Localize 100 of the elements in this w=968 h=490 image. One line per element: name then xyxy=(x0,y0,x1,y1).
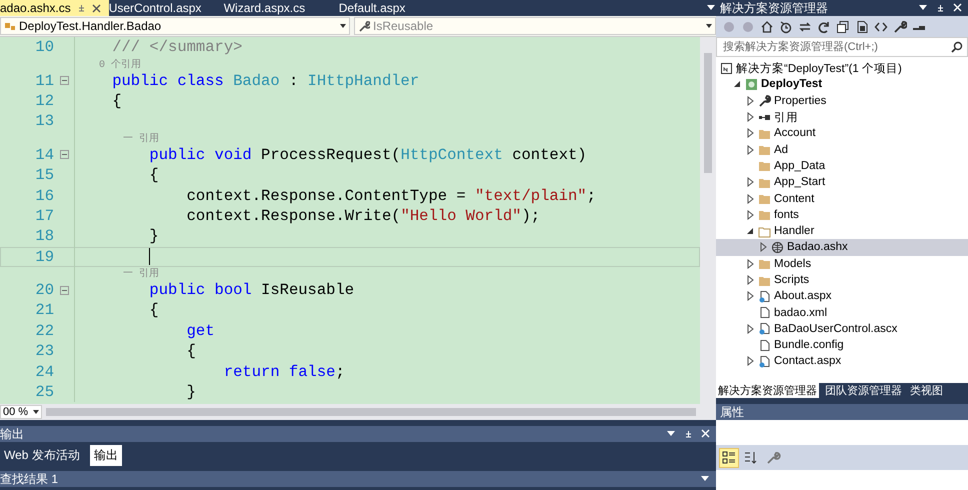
web-page-icon xyxy=(758,354,771,368)
panel-tab[interactable]: 类视图 xyxy=(908,383,945,398)
wrench-icon xyxy=(358,20,370,32)
tree-item[interactable]: App_Start xyxy=(716,174,968,190)
panel-tab[interactable]: 输出 xyxy=(90,444,122,466)
collapsed-arrow-icon[interactable] xyxy=(746,275,755,285)
sync-icon[interactable] xyxy=(798,20,812,34)
editor-tab[interactable]: Wizard.aspx.cs xyxy=(224,0,339,16)
collapsed-arrow-icon[interactable] xyxy=(746,324,755,334)
caret-icon xyxy=(340,24,346,28)
collapsed-arrow-icon[interactable] xyxy=(746,291,755,302)
collapsed-arrow-icon[interactable] xyxy=(746,210,755,220)
collapsed-arrow-icon[interactable] xyxy=(746,96,755,106)
show-files-icon[interactable] xyxy=(855,20,869,34)
code-line: } xyxy=(186,383,196,402)
line-number: 15 xyxy=(34,166,55,184)
tree-item[interactable]: Scripts xyxy=(716,272,968,288)
collapsed-arrow-icon[interactable] xyxy=(746,144,755,155)
collapse-icon[interactable] xyxy=(60,76,69,86)
editor-tab[interactable]: UserControl.aspx xyxy=(108,0,224,16)
collapse-icon[interactable] xyxy=(60,286,69,295)
collapse-icon[interactable] xyxy=(60,150,69,160)
vertical-scrollbar[interactable] xyxy=(700,37,716,404)
panel-tab[interactable]: 团队资源管理器 xyxy=(823,383,904,398)
line-number: 11 xyxy=(34,72,55,90)
tree-item[interactable]: Models xyxy=(716,256,968,272)
collapsed-arrow-icon[interactable] xyxy=(746,112,755,122)
folder-icon xyxy=(758,192,771,206)
line-number: 24 xyxy=(34,362,55,381)
close-icon[interactable] xyxy=(701,429,710,438)
code-line: public bool IsReusable xyxy=(148,281,354,300)
tree-item[interactable]: App_Data xyxy=(716,158,968,174)
tree-item[interactable]: 引用 xyxy=(716,108,968,126)
caret-icon xyxy=(706,24,712,28)
tree-item[interactable]: Properties xyxy=(716,92,968,109)
refresh-icon[interactable] xyxy=(817,20,831,34)
search-icon[interactable] xyxy=(951,41,963,53)
code-line: { xyxy=(148,166,159,184)
panel-tab[interactable]: 解决方案资源管理器 xyxy=(716,383,819,398)
code-line: return false; xyxy=(222,362,345,381)
line-number: 12 xyxy=(34,92,55,110)
solution-icon xyxy=(720,62,733,75)
collapsed-arrow-icon[interactable] xyxy=(746,194,755,204)
tree-item[interactable]: Ad xyxy=(716,141,968,158)
expanded-arrow-icon[interactable] xyxy=(746,226,755,236)
tree-item[interactable]: Handler xyxy=(716,222,968,240)
categorized-icon xyxy=(721,450,737,466)
class-icon xyxy=(4,20,16,32)
collapsed-arrow-icon[interactable] xyxy=(746,177,755,188)
line-number: 18 xyxy=(34,227,55,246)
expanded-arrow-icon[interactable] xyxy=(733,79,742,90)
code-line: context.Response.Write("Hello World"); xyxy=(186,206,540,225)
collapsed-arrow-icon[interactable] xyxy=(759,242,768,252)
collapsed-arrow-icon[interactable] xyxy=(746,258,755,269)
caret-icon xyxy=(33,410,39,414)
code-line: public void ProcessRequest(HttpContext context) xyxy=(148,146,587,164)
home-icon[interactable] xyxy=(760,20,774,34)
type-dropdown[interactable]: DeployTest.Handler.Badao xyxy=(0,17,350,35)
tree-item[interactable]: badao.xml xyxy=(716,304,968,321)
zoom-dropdown[interactable]: 00 % xyxy=(0,405,42,419)
tree-item[interactable]: Account xyxy=(716,125,968,142)
folder-icon xyxy=(758,208,771,222)
line-number: 25 xyxy=(34,383,55,402)
tree-item[interactable]: 解决方案“DeployTest”(1 个项目) xyxy=(716,60,968,76)
line-number: 10 xyxy=(34,38,55,56)
line-number: 14 xyxy=(34,146,55,164)
sort-icon xyxy=(743,450,759,466)
panel-title: 输出 xyxy=(0,426,24,442)
panel-tab[interactable]: Web 发布活动 xyxy=(0,444,84,466)
pin-icon[interactable] xyxy=(936,3,945,13)
editor-tab[interactable]: Default.aspx xyxy=(338,0,454,16)
wrench-icon[interactable] xyxy=(893,20,907,34)
tree-item[interactable]: BaDaoUserControl.ascx xyxy=(716,320,968,338)
tree-item[interactable]: About.aspx xyxy=(716,288,968,304)
file-icon xyxy=(758,306,771,320)
search-field[interactable]: 搜索解决方案资源管理器(Ctrl+;) xyxy=(716,37,968,57)
pin-icon[interactable] xyxy=(684,429,693,439)
tree-item[interactable]: DeployTest xyxy=(716,76,968,93)
tree-item[interactable]: Content xyxy=(716,190,968,207)
categorized-button[interactable] xyxy=(720,448,738,466)
folder-icon xyxy=(758,257,771,270)
folder-icon xyxy=(758,143,771,156)
editor-tab[interactable]: adao.ashx.cs xyxy=(0,0,109,16)
wrench-icon xyxy=(758,94,771,108)
web-page-icon xyxy=(758,290,771,303)
line-number: 20 xyxy=(34,281,55,300)
line-number: 17 xyxy=(34,206,55,225)
code-line: { xyxy=(111,92,122,110)
collapsed-arrow-icon[interactable] xyxy=(746,356,755,366)
folder-icon xyxy=(758,224,771,238)
collapse-all-icon[interactable] xyxy=(836,20,850,34)
tree-item[interactable]: fonts xyxy=(716,206,968,223)
clock-icon[interactable] xyxy=(779,20,793,34)
close-icon[interactable] xyxy=(953,3,962,12)
tree-item[interactable]: Contact.aspx xyxy=(716,353,968,370)
collapsed-arrow-icon[interactable] xyxy=(746,128,755,138)
tree-item[interactable]: Bundle.config xyxy=(716,337,968,354)
code-line: context.Response.ContentType = "text/plain"; xyxy=(186,186,596,205)
panel-title: 属性 xyxy=(720,404,744,420)
tree-item[interactable]: Badao.ashx xyxy=(716,239,968,256)
